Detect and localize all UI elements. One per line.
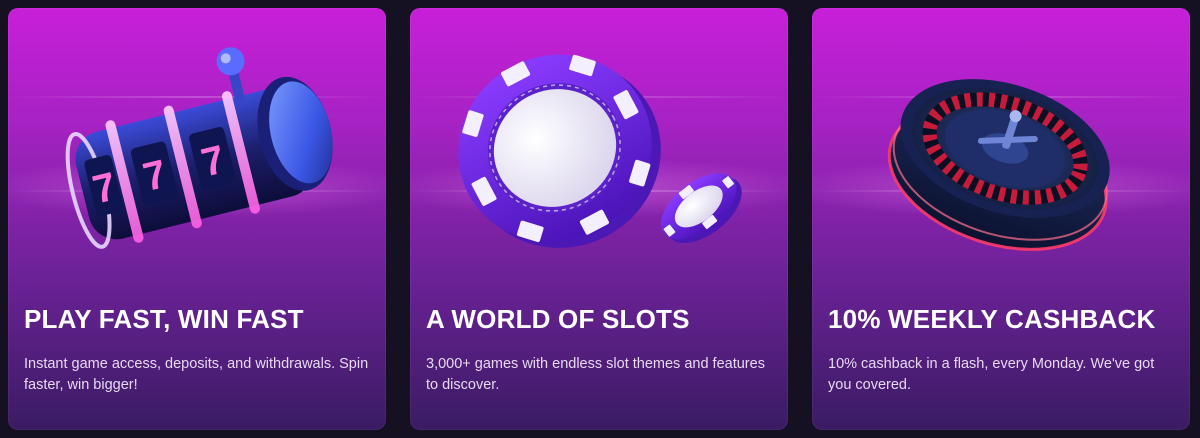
- card-description: 3,000+ games with endless slot themes an…: [426, 356, 765, 393]
- feature-cards: 7 7 7 PLAY FAST, WIN FAST Instant game a…: [8, 8, 1192, 430]
- casino-chips-icon: [458, 54, 742, 248]
- feature-card-weekly-cashback: 10% WEEKLY CASHBACK 10% cashback in a fl…: [812, 8, 1190, 430]
- feature-card-play-fast: 7 7 7 PLAY FAST, WIN FAST Instant game a…: [8, 8, 386, 430]
- card-title: PLAY FAST, WIN FAST: [24, 304, 304, 334]
- feature-card-world-of-slots: A WORLD OF SLOTS 3,000+ games with endle…: [410, 8, 788, 430]
- card-description: Instant game access, deposits, and withd…: [24, 356, 369, 393]
- card-title: 10% WEEKLY CASHBACK: [828, 304, 1156, 334]
- card-description: 10% cashback in a flash, every Monday. W…: [828, 356, 1155, 393]
- slot-machine-reels-icon: 7 7 7: [65, 47, 333, 249]
- roulette-wheel-icon: [887, 79, 1110, 251]
- card-title: A WORLD OF SLOTS: [426, 304, 690, 334]
